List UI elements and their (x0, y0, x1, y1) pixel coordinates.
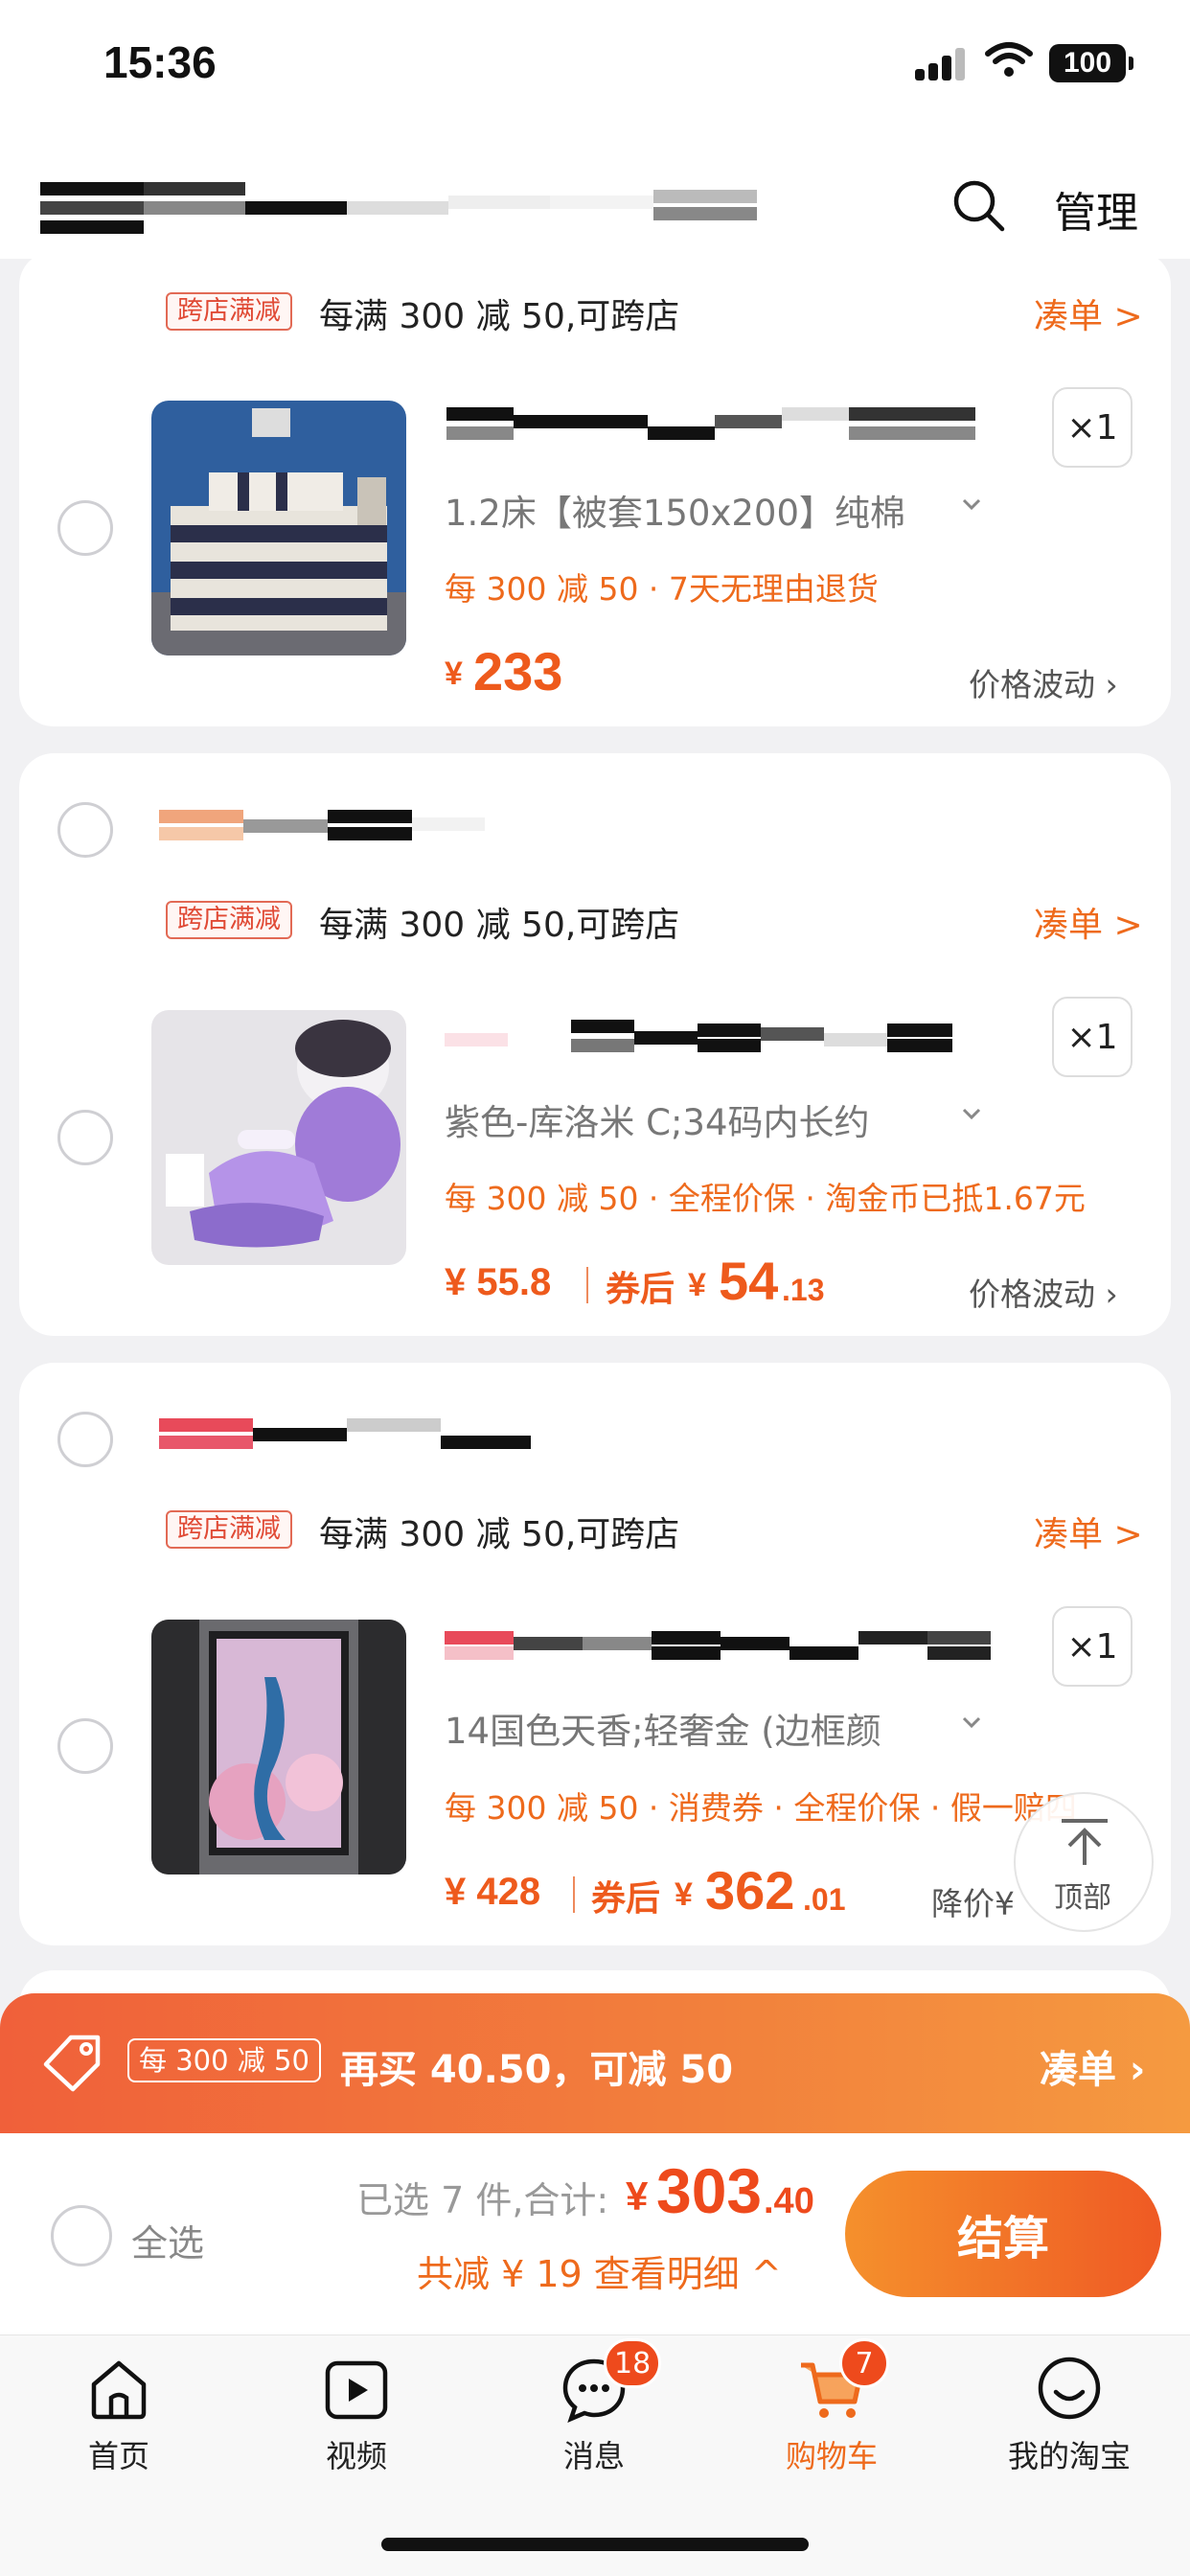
item-checkbox[interactable] (57, 1110, 113, 1165)
collect-order-link[interactable]: 凑单 > (1034, 897, 1143, 947)
spec-selector[interactable]: 14国色天香;轻奢金 (边框颜 (445, 1702, 881, 1754)
price-divider (573, 1876, 575, 1913)
promo-text: 每满 300 减 50,可跨店 (319, 297, 680, 336)
cart-badge: 7 (839, 2338, 889, 2388)
profile-icon (1038, 2357, 1101, 2420)
price-value: 233 (473, 641, 563, 702)
chevron-down-icon[interactable] (961, 1712, 982, 1733)
tab-video[interactable]: 视频 (261, 2344, 452, 2488)
signal-icon (915, 48, 969, 80)
quantity-button[interactable]: ×1 (1052, 997, 1133, 1077)
redacted-store-title (40, 182, 757, 236)
benefits-text: 每 300 减 50 · 7天无理由退货 (445, 570, 879, 608)
promo-text: 每满 300 减 50,可跨店 (319, 1515, 680, 1554)
cross-store-promo-tag: 跨店满减 (166, 901, 292, 939)
after-coupon-label: 券后 (606, 1270, 675, 1309)
price-value: ¥ 428 (445, 1871, 541, 1913)
tab-label: 视频 (325, 2438, 387, 2474)
spec-selector[interactable]: 紫色-库洛米 C;34码内长约 (445, 1093, 870, 1145)
cross-store-promo-tag: 跨店满减 (166, 292, 292, 331)
price-divider (586, 1267, 588, 1303)
tab-home[interactable]: 首页 (23, 2344, 215, 2488)
item-checkbox[interactable] (57, 500, 113, 556)
benefits-text: 每 300 减 50 · 消费券 · 全程价保 · 假一赔四 (445, 1789, 1077, 1827)
price-drop-link[interactable]: 降价¥ (931, 1878, 1015, 1924)
manage-button[interactable]: 管理 (1054, 178, 1138, 240)
promo-threshold-tag: 每 300 减 50 (127, 2038, 321, 2082)
promo-banner-text: 再买 40.50，可减 50 (340, 2048, 734, 2092)
battery-icon: 100 (1049, 44, 1133, 82)
home-indicator (381, 2538, 809, 2551)
price-fluctuation-link[interactable]: 价格波动 › (969, 1269, 1118, 1315)
quantity-button[interactable]: ×1 (1052, 1606, 1133, 1687)
product-image-sandals[interactable] (151, 1010, 406, 1265)
quantity-button[interactable]: ×1 (1052, 387, 1133, 468)
after-coupon-price: 54 (719, 1251, 779, 1311)
tab-profile[interactable]: 我的淘宝 (973, 2344, 1165, 2488)
product-image-painting[interactable] (151, 1620, 406, 1874)
select-all-label[interactable]: 全选 (131, 2214, 204, 2266)
price-tag-icon (43, 2035, 101, 2092)
after-coupon-price: 362 (705, 1860, 795, 1920)
status-time: 15:36 (103, 37, 217, 87)
back-to-top-label: 顶部 (1054, 1881, 1111, 1915)
benefits-text: 每 300 减 50 · 全程价保 · 淘金币已抵1.67元 (445, 1180, 1086, 1217)
store-checkbox[interactable] (57, 1412, 113, 1467)
search-icon[interactable] (950, 177, 1006, 233)
message-badge: 18 (604, 2338, 662, 2388)
collect-order-link[interactable]: 凑单 > (1034, 1506, 1143, 1556)
redacted-store-name (159, 810, 485, 848)
tab-messages[interactable]: 消息 18 (498, 2338, 690, 2488)
tab-cart[interactable]: 购物车 7 (736, 2338, 927, 2488)
redacted-product-title (445, 1020, 952, 1058)
tab-label: 消息 (562, 2438, 625, 2474)
product-image-bedding[interactable] (151, 401, 406, 656)
after-coupon-label: 券后 (591, 1879, 661, 1919)
chevron-down-icon[interactable] (961, 494, 982, 515)
wifi-icon (985, 42, 1033, 77)
home-icon (91, 2360, 147, 2420)
tab-label: 购物车 (785, 2438, 878, 2474)
selection-summary: 已选 7 件,合计: (356, 2179, 609, 2221)
chevron-down-icon[interactable] (961, 1103, 982, 1124)
spec-selector[interactable]: 1.2床【被套150x200】纯棉 (445, 484, 905, 536)
banner-collect-link[interactable]: 凑单 › (1040, 2038, 1145, 2094)
after-coupon-symbol: ¥ (688, 1267, 706, 1303)
discount-details-link[interactable]: 共减 ¥ 19 查看明细 ^ (417, 2244, 782, 2297)
after-coupon-price-decimal: .01 (803, 1882, 846, 1917)
redacted-product-title (446, 407, 975, 446)
collect-order-link[interactable]: 凑单 > (1034, 288, 1143, 338)
checkout-button[interactable]: 结算 (845, 2171, 1161, 2297)
after-coupon-price-decimal: .13 (782, 1273, 825, 1307)
promo-text: 每满 300 减 50,可跨店 (319, 906, 680, 945)
redacted-store-name (159, 1418, 531, 1457)
select-all-checkbox[interactable] (51, 2205, 112, 2266)
cross-store-promo-tag: 跨店满减 (166, 1510, 292, 1549)
price-fluctuation-link[interactable]: 价格波动 › (969, 659, 1118, 705)
after-coupon-symbol: ¥ (675, 1876, 693, 1913)
tab-label: 我的淘宝 (1007, 2438, 1131, 2474)
total-price-decimal: .40 (764, 2181, 814, 2221)
video-icon (325, 2360, 388, 2420)
redacted-product-title (445, 1627, 991, 1666)
tab-label: 首页 (87, 2438, 149, 2474)
total-symbol: ¥ (626, 2174, 649, 2219)
total-price: 303 (656, 2155, 763, 2226)
price-value: ¥ 55.8 (445, 1261, 552, 1303)
price-symbol: ¥ (445, 656, 463, 692)
store-checkbox[interactable] (57, 802, 113, 858)
item-checkbox[interactable] (57, 1718, 113, 1774)
arrow-up-icon (1062, 1819, 1108, 1865)
